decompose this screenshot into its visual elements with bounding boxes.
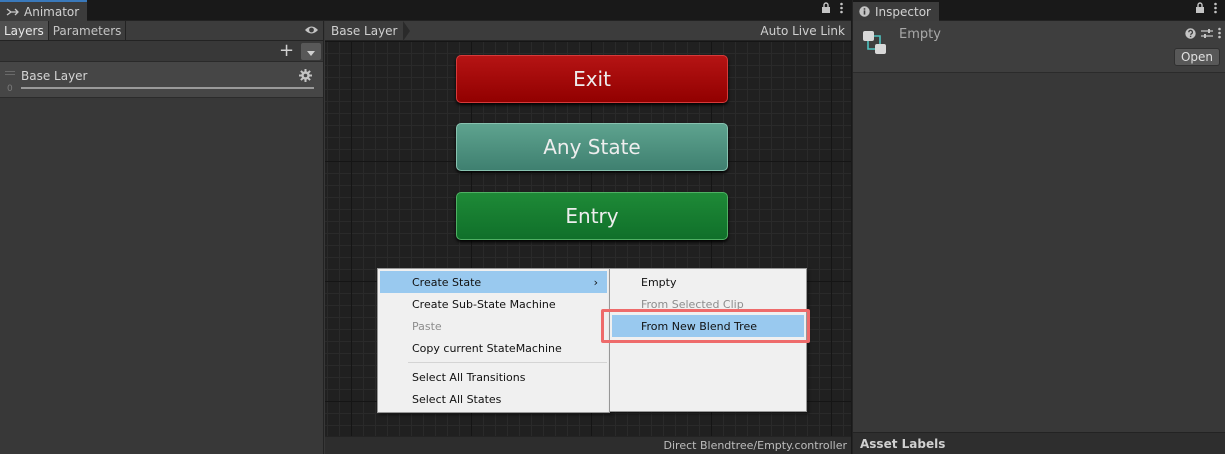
tab-parameters[interactable]: Parameters (49, 21, 127, 40)
dropdown-arrow-icon (307, 45, 315, 59)
eye-icon[interactable] (304, 24, 319, 39)
menu-item-create-sub-state-machine[interactable]: Create Sub-State Machine (380, 293, 607, 315)
entry-state-node[interactable]: Entry (456, 192, 728, 240)
animator-tab[interactable]: Animator (0, 0, 88, 21)
menu-separator (408, 362, 607, 363)
kebab-menu-icon[interactable] (1218, 27, 1221, 42)
lock-icon[interactable] (1195, 2, 1205, 17)
layer-item-base-layer[interactable]: 0 Base Layer (0, 62, 323, 98)
info-icon (859, 6, 870, 17)
context-menu: Create State › Create Sub-State Machine … (377, 268, 610, 413)
inspector-tab-title: Inspector (875, 4, 931, 19)
add-layer-dropdown[interactable] (301, 43, 321, 60)
animator-tabbar: Animator (0, 0, 851, 21)
asset-labels-section[interactable]: Asset Labels (853, 432, 1225, 454)
submenu-item-empty[interactable]: Empty (612, 271, 804, 293)
menu-item-select-all-transitions[interactable]: Select All Transitions (380, 366, 607, 388)
menu-item-paste: Paste (412, 319, 442, 333)
breadcrumb-separator (403, 21, 410, 41)
menu-item-copy-state-machine[interactable]: Copy current StateMachine (380, 337, 607, 359)
animator-controller-icon (862, 30, 888, 59)
menu-item-select-all-states[interactable]: Select All States (380, 388, 607, 410)
layers-toolbar: Layers Parameters (0, 21, 323, 41)
graph-toolbar: Base Layer Auto Live Link (325, 21, 851, 41)
kebab-menu-icon[interactable] (1214, 2, 1217, 17)
layers-add-row: + (0, 41, 323, 62)
help-icon[interactable] (1185, 27, 1196, 42)
animator-icon (6, 7, 19, 17)
drag-handle-icon[interactable] (5, 71, 15, 77)
presets-icon[interactable] (1201, 28, 1213, 42)
gear-icon[interactable] (299, 69, 312, 85)
inspector-window: Inspector Empty Open Asset Labels (852, 0, 1225, 454)
breadcrumb[interactable]: Base Layer (325, 21, 410, 40)
tab-layers[interactable]: Layers (0, 21, 49, 40)
kebab-menu-icon[interactable] (840, 2, 843, 17)
submenu-arrow-icon: › (593, 276, 598, 289)
open-button[interactable]: Open (1173, 48, 1220, 66)
asset-name: Empty (899, 27, 941, 42)
controller-path: Direct Blendtree/Empty.controller (663, 439, 847, 452)
layers-panel: Layers Parameters + 0 Base Layer (0, 21, 324, 454)
inspector-header: Empty Open (853, 21, 1225, 73)
any-state-node[interactable]: Any State (456, 123, 728, 171)
animator-tab-title: Animator (24, 4, 80, 19)
inspector-window-tools (1195, 2, 1217, 17)
inspector-header-tools (1185, 27, 1221, 42)
add-layer-button[interactable]: + (279, 42, 294, 60)
animator-window-tools (821, 2, 843, 17)
auto-live-link-button[interactable]: Auto Live Link (760, 21, 845, 40)
inspector-tab[interactable]: Inspector (853, 0, 939, 21)
highlight-box (601, 309, 810, 343)
layer-weight-bar (21, 87, 314, 89)
graph-footer: Direct Blendtree/Empty.controller (325, 436, 851, 454)
exit-state-node[interactable]: Exit (456, 55, 728, 103)
inspector-tabbar: Inspector (853, 0, 1225, 21)
lock-icon[interactable] (821, 2, 831, 17)
menu-item-label: Create State (412, 275, 482, 289)
layer-name: Base Layer (21, 69, 88, 83)
layer-index: 0 (7, 84, 13, 94)
menu-item-create-state[interactable]: Create State › (380, 271, 607, 293)
